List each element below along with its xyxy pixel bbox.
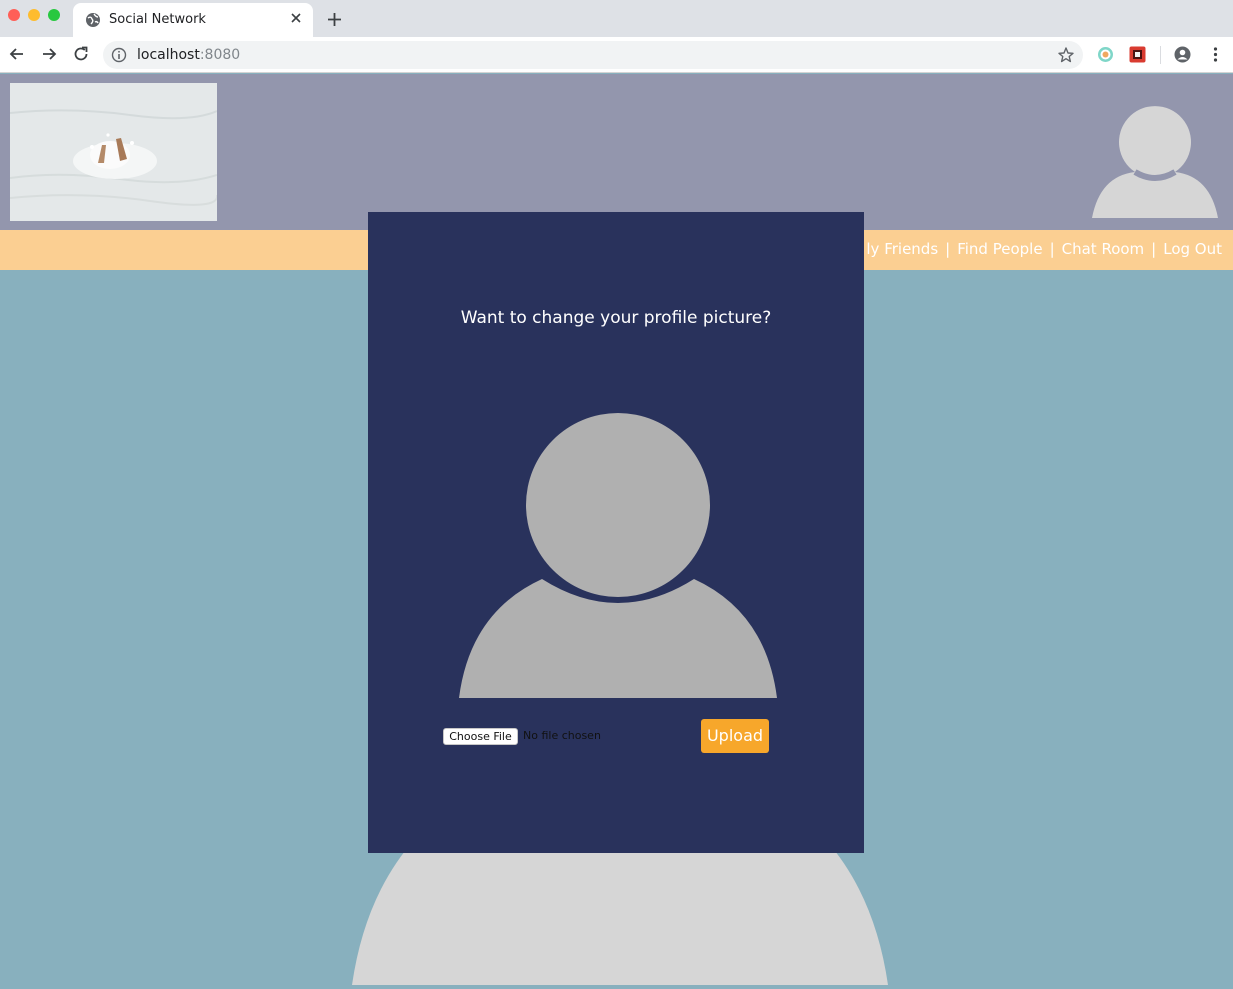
file-status-text: No file chosen bbox=[523, 729, 601, 742]
nav-separator: | bbox=[945, 240, 951, 258]
nav-link-chat-room[interactable]: Chat Room bbox=[1062, 240, 1145, 258]
user-avatar-icon[interactable] bbox=[1090, 104, 1220, 220]
kebab-menu-icon[interactable] bbox=[1207, 46, 1224, 63]
extension-target-icon[interactable] bbox=[1097, 46, 1114, 63]
globe-icon bbox=[86, 13, 100, 27]
star-icon[interactable] bbox=[1057, 46, 1075, 64]
user-silhouette-icon bbox=[459, 413, 777, 698]
minimize-window-button[interactable] bbox=[28, 9, 40, 21]
browser-tab-bar: Social Network bbox=[0, 0, 1233, 37]
close-window-button[interactable] bbox=[8, 9, 20, 21]
browser-toolbar: localhost:8080 bbox=[0, 37, 1233, 73]
hands-in-water-logo[interactable] bbox=[10, 83, 217, 221]
url-host: localhost bbox=[137, 47, 200, 63]
nav-link-log-out[interactable]: Log Out bbox=[1163, 240, 1222, 258]
account-circle-icon[interactable] bbox=[1174, 46, 1191, 63]
maximize-window-button[interactable] bbox=[48, 9, 60, 21]
site-header bbox=[0, 74, 1233, 230]
url-port: :8080 bbox=[199, 47, 241, 63]
extension-red-icon[interactable] bbox=[1129, 46, 1146, 63]
nav-link-find-people[interactable]: Find People bbox=[957, 240, 1042, 258]
toolbar-divider bbox=[1160, 46, 1161, 64]
nav-separator: | bbox=[1049, 240, 1055, 258]
back-arrow-icon[interactable] bbox=[8, 45, 26, 63]
url-text: localhost:8080 bbox=[137, 47, 240, 63]
tab-title: Social Network bbox=[109, 12, 206, 27]
nav-link-my-friends[interactable]: ly Friends bbox=[866, 240, 938, 258]
nav-separator: | bbox=[1151, 240, 1157, 258]
close-icon[interactable] bbox=[289, 11, 303, 25]
forward-arrow-icon[interactable] bbox=[40, 45, 58, 63]
reload-icon[interactable] bbox=[72, 45, 90, 63]
choose-file-button[interactable]: Choose File bbox=[443, 728, 518, 745]
address-bar[interactable]: localhost:8080 bbox=[103, 41, 1083, 69]
water-photo-image bbox=[10, 83, 217, 221]
modal-title: Want to change your profile picture? bbox=[460, 308, 772, 328]
upload-button[interactable]: Upload bbox=[701, 719, 769, 753]
new-tab-plus-icon[interactable] bbox=[326, 11, 343, 28]
nav-links: ly Friends | Find People | Chat Room | Log Out bbox=[866, 240, 1222, 258]
info-icon[interactable] bbox=[111, 47, 127, 63]
profile-picture-upload-modal: Want to change your profile picture? Cho… bbox=[368, 212, 864, 853]
browser-tab[interactable]: Social Network bbox=[73, 3, 313, 37]
